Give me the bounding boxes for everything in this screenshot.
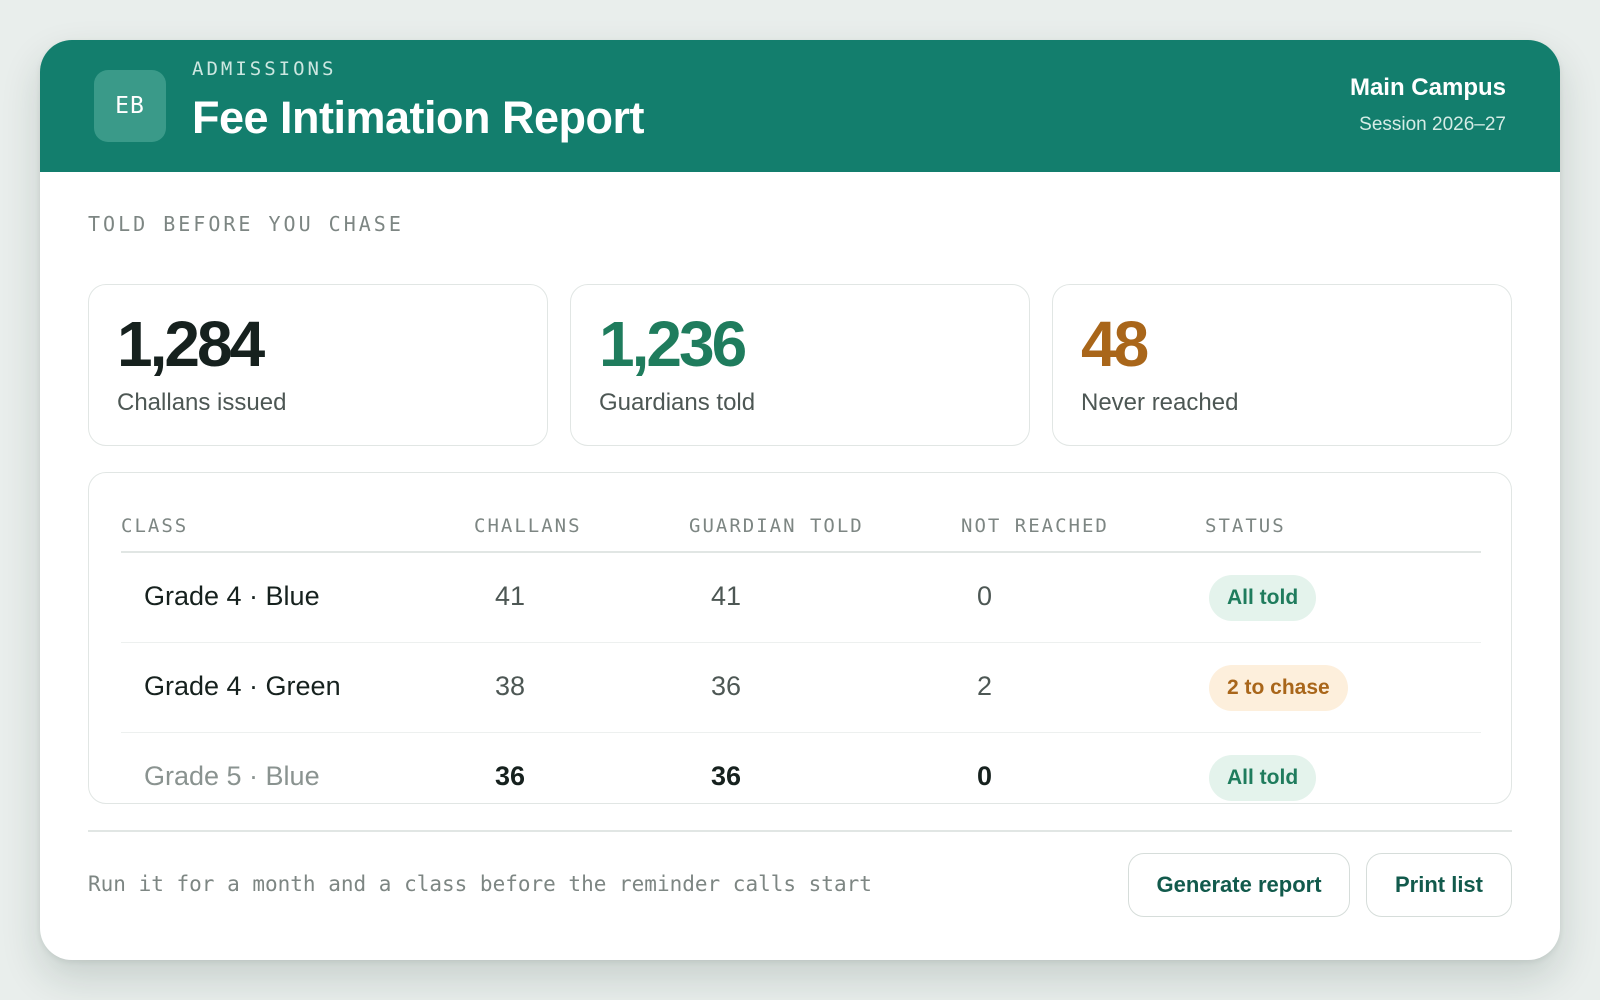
challans-count: 38 <box>495 671 526 701</box>
column-header-status[interactable]: STATUS <box>1205 515 1286 537</box>
stat-value: 1,236 <box>599 308 747 380</box>
header-bar: EB ADMISSIONS Fee Intimation Report Main… <box>40 40 1560 172</box>
guardian-told-count: 36 <box>711 761 742 791</box>
department-label: ADMISSIONS <box>192 58 337 80</box>
table-row[interactable]: Grade 4 · Green 38 36 2 2 to chase <box>89 643 1511 733</box>
challans-count: 36 <box>495 761 526 791</box>
column-header-challans[interactable]: CHALLANS <box>474 515 582 537</box>
stat-card-guardians-told: 1,236 Guardians told <box>570 284 1030 446</box>
stat-value: 1,284 <box>117 308 265 380</box>
report-card: EB ADMISSIONS Fee Intimation Report Main… <box>40 40 1560 960</box>
not-reached-count: 2 <box>977 671 993 701</box>
stat-label: Challans issued <box>117 389 287 416</box>
not-reached-count: 0 <box>977 761 993 791</box>
class-name: Grade 4 · Blue <box>144 581 320 611</box>
page-title: Fee Intimation Report <box>192 92 645 143</box>
table-row[interactable]: Grade 5 · Blue 36 36 0 All told <box>89 733 1511 803</box>
print-list-button[interactable]: Print list <box>1366 853 1512 917</box>
session-label: Session 2026–27 <box>1359 114 1506 135</box>
column-header-class[interactable]: CLASS <box>121 515 188 537</box>
campus-name: Main Campus <box>1349 74 1506 101</box>
footer-divider <box>88 830 1512 832</box>
guardian-told-count: 36 <box>711 671 742 701</box>
stat-label: Never reached <box>1081 389 1239 416</box>
class-name: Grade 4 · Green <box>144 671 341 701</box>
footer-note: Run it for a month and a class before th… <box>88 872 872 896</box>
class-name: Grade 5 · Blue <box>144 761 320 791</box>
column-header-not-reached[interactable]: NOT REACHED <box>961 515 1109 537</box>
guardian-told-count: 41 <box>711 581 742 611</box>
status-badge: All told <box>1209 575 1317 621</box>
stat-card-never-reached: 48 Never reached <box>1052 284 1512 446</box>
stat-label: Guardians told <box>599 389 756 416</box>
org-logo: EB <box>94 70 166 142</box>
section-label: TOLD BEFORE YOU CHASE <box>88 212 404 236</box>
column-header-guardian-told[interactable]: GUARDIAN TOLD <box>689 515 864 537</box>
status-badge: 2 to chase <box>1209 665 1348 711</box>
status-badge: All told <box>1209 755 1317 801</box>
class-table[interactable]: CLASS CHALLANS GUARDIAN TOLD NOT REACHED… <box>88 472 1512 804</box>
generate-report-button[interactable]: Generate report <box>1128 853 1350 917</box>
not-reached-count: 0 <box>977 581 993 611</box>
challans-count: 41 <box>495 581 526 611</box>
table-row[interactable]: Grade 4 · Blue 41 41 0 All told <box>89 553 1511 643</box>
stat-card-challans-issued: 1,284 Challans issued <box>88 284 548 446</box>
stat-value: 48 <box>1081 308 1149 380</box>
